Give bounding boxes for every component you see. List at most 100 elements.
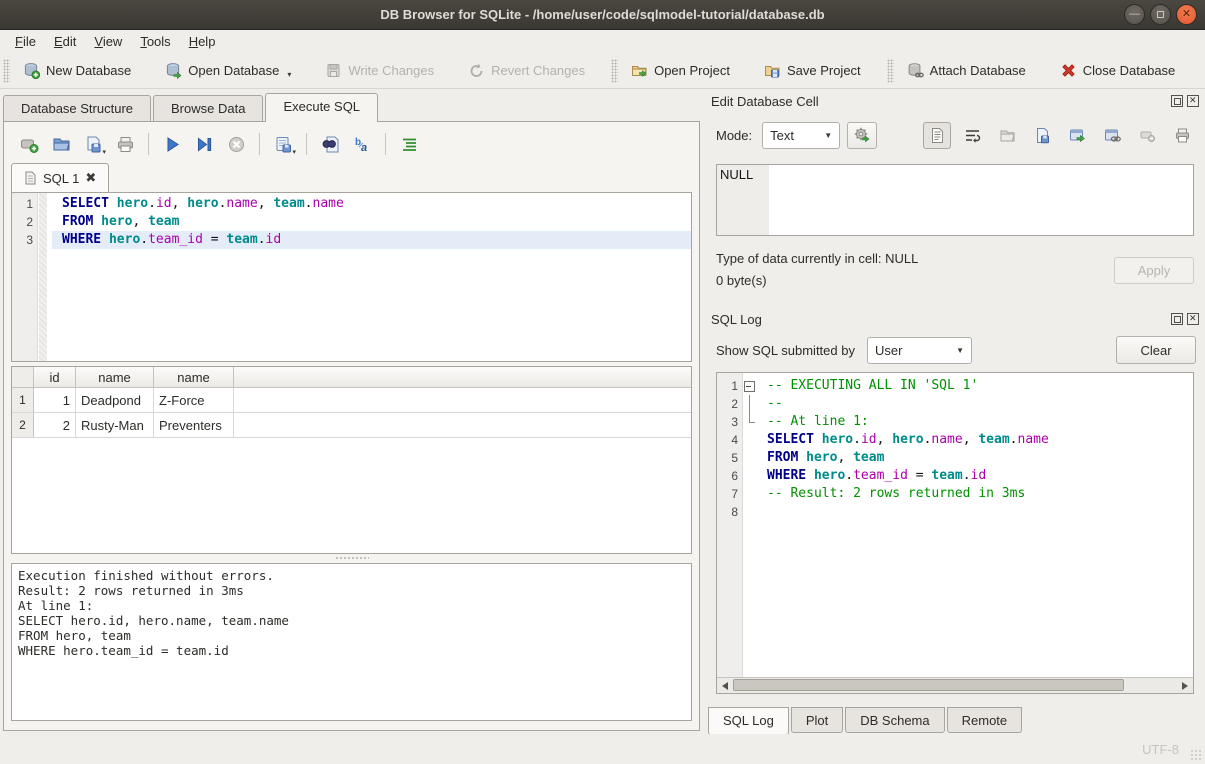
export-file-button[interactable] <box>1028 122 1056 149</box>
menu-view[interactable]: View <box>85 31 131 52</box>
row-header[interactable]: 2 <box>12 413 34 437</box>
cell-size-label: 0 byte(s) <box>716 270 1114 292</box>
print-icon <box>116 135 135 154</box>
float-panel-icon[interactable] <box>1171 95 1183 107</box>
scrollbar-thumb[interactable] <box>733 679 1124 691</box>
sql-log-view[interactable]: 1-- EXECUTING ALL IN 'SQL 1'2--3-- At li… <box>716 372 1194 694</box>
code-token <box>93 214 101 229</box>
save-sql-file-button[interactable]: ▾ <box>79 131 107 157</box>
dock-tab-plot[interactable]: Plot <box>791 707 843 733</box>
auto-completion-button[interactable]: b a <box>348 131 376 157</box>
save-project-button[interactable]: Save Project <box>754 57 871 84</box>
open-database-icon <box>165 62 182 79</box>
mode-select[interactable]: Text ▼ <box>762 122 840 149</box>
revert-changes-icon <box>468 62 485 79</box>
attach-database-button[interactable]: Attach Database <box>897 57 1036 84</box>
close-database-button[interactable]: Close Database <box>1050 57 1186 84</box>
open-database-dropdown-icon[interactable]: ▾ <box>287 70 291 79</box>
menu-file[interactable]: File <box>6 31 45 52</box>
close-panel-icon[interactable] <box>1187 313 1199 325</box>
close-icon[interactable]: ✕ <box>1176 4 1197 25</box>
print-cell-button[interactable] <box>1168 122 1196 149</box>
close-panel-icon[interactable] <box>1187 95 1199 107</box>
apply-button[interactable]: Apply <box>1114 257 1194 284</box>
column-header[interactable]: id <box>34 367 76 387</box>
dock-tab-db-schema[interactable]: DB Schema <box>845 707 944 733</box>
table-cell[interactable]: 1 <box>34 388 76 412</box>
sql-doc-tabbar: SQL 1 ✖ <box>11 163 692 192</box>
column-header[interactable]: name <box>154 367 234 387</box>
text-view-button[interactable] <box>923 122 951 149</box>
cell-value-editor[interactable]: NULL <box>716 164 1194 236</box>
tab-browse-data[interactable]: Browse Data <box>153 95 263 122</box>
menu-help[interactable]: Help <box>180 31 225 52</box>
submitted-by-select[interactable]: User ▼ <box>867 337 972 364</box>
menu-edit[interactable]: Edit <box>45 31 85 52</box>
table-row[interactable]: 22Rusty-ManPreventers <box>12 413 691 438</box>
save-sql-dropdown-icon[interactable]: ▾ <box>102 148 106 156</box>
tab-execute-sql[interactable]: Execute SQL <box>265 93 378 122</box>
resize-grip[interactable] <box>1190 749 1202 761</box>
table-cell[interactable]: 2 <box>34 413 76 437</box>
save-results-dropdown-icon[interactable]: ▾ <box>292 148 296 156</box>
write-changes-button[interactable]: Write Changes <box>315 57 444 84</box>
set-null-button[interactable] <box>1133 122 1161 149</box>
open-sql-file-button[interactable] <box>47 131 75 157</box>
table-cell[interactable]: Z-Force <box>154 388 234 412</box>
toolbar-drag-handle[interactable] <box>887 59 894 83</box>
log-line-content: -- EXECUTING ALL IN 'SQL 1' <box>757 377 1193 395</box>
log-line-content: SELECT hero.id, hero.name, team.name <box>757 431 1193 449</box>
results-corner-cell[interactable] <box>12 367 34 387</box>
results-log-splitter[interactable] <box>11 554 692 562</box>
maximize-icon[interactable] <box>1150 4 1171 25</box>
link-window-button[interactable] <box>1098 122 1126 149</box>
open-project-button[interactable]: Open Project <box>621 57 740 84</box>
table-row[interactable]: 11DeadpondZ-Force <box>12 388 691 413</box>
float-panel-icon[interactable] <box>1171 313 1183 325</box>
column-header[interactable]: name <box>76 367 154 387</box>
format-button[interactable] <box>395 131 423 157</box>
scroll-left-icon[interactable] <box>717 678 733 693</box>
tab-database-structure[interactable]: Database Structure <box>3 95 151 122</box>
open-external-button[interactable] <box>1063 122 1091 149</box>
titlebar[interactable]: DB Browser for SQLite - /home/user/code/… <box>0 0 1205 30</box>
execution-log[interactable]: Execution finished without errors. Resul… <box>11 563 692 721</box>
results-rows: 11DeadpondZ-Force22Rusty-ManPreventers <box>12 388 691 438</box>
code-token: . <box>845 468 853 483</box>
table-cell[interactable]: Deadpond <box>76 388 154 412</box>
code-token: -- Result: 2 rows returned in 3ms <box>767 486 1025 501</box>
open-database-button[interactable]: Open Database ▾ <box>155 57 301 84</box>
dock-tab-sql-log[interactable]: SQL Log <box>708 707 789 735</box>
new-database-button[interactable]: New Database <box>13 57 141 84</box>
code-token: hero <box>109 232 140 247</box>
revert-changes-button[interactable]: Revert Changes <box>458 57 595 84</box>
stop-button[interactable] <box>222 131 250 157</box>
encoding-indicator[interactable]: UTF-8 <box>1142 742 1179 757</box>
minimize-icon[interactable]: — <box>1124 4 1145 25</box>
word-wrap-button[interactable] <box>958 122 986 149</box>
clear-button[interactable]: Clear <box>1116 336 1196 364</box>
close-sql-tab-icon[interactable]: ✖ <box>85 170 96 186</box>
row-header[interactable]: 1 <box>12 388 34 412</box>
text-view-icon <box>929 127 946 144</box>
execute-all-button[interactable] <box>158 131 186 157</box>
sql-log-hscrollbar[interactable] <box>717 677 1193 693</box>
toolbar-drag-handle[interactable] <box>3 59 10 83</box>
auto-switch-mode-button[interactable] <box>847 122 877 149</box>
scroll-right-icon[interactable] <box>1177 678 1193 693</box>
fold-marker[interactable] <box>743 377 757 395</box>
execute-current-line-button[interactable] <box>190 131 218 157</box>
new-tab-button[interactable] <box>15 131 43 157</box>
menu-tools[interactable]: Tools <box>131 31 179 52</box>
table-cell[interactable]: Rusty-Man <box>76 413 154 437</box>
sql-editor[interactable]: 1SELECT hero.id, hero.name, team.name2FR… <box>11 192 692 362</box>
dock-tab-remote[interactable]: Remote <box>947 707 1023 733</box>
find-replace-button[interactable] <box>316 131 344 157</box>
save-results-button[interactable]: ▾ <box>269 131 297 157</box>
sql-doc-tab[interactable]: SQL 1 ✖ <box>11 163 109 192</box>
import-file-button[interactable] <box>993 122 1021 149</box>
print-button[interactable] <box>111 131 139 157</box>
toolbar-drag-handle[interactable] <box>611 59 618 83</box>
table-cell[interactable]: Preventers <box>154 413 234 437</box>
scrollbar-track[interactable] <box>733 678 1177 693</box>
